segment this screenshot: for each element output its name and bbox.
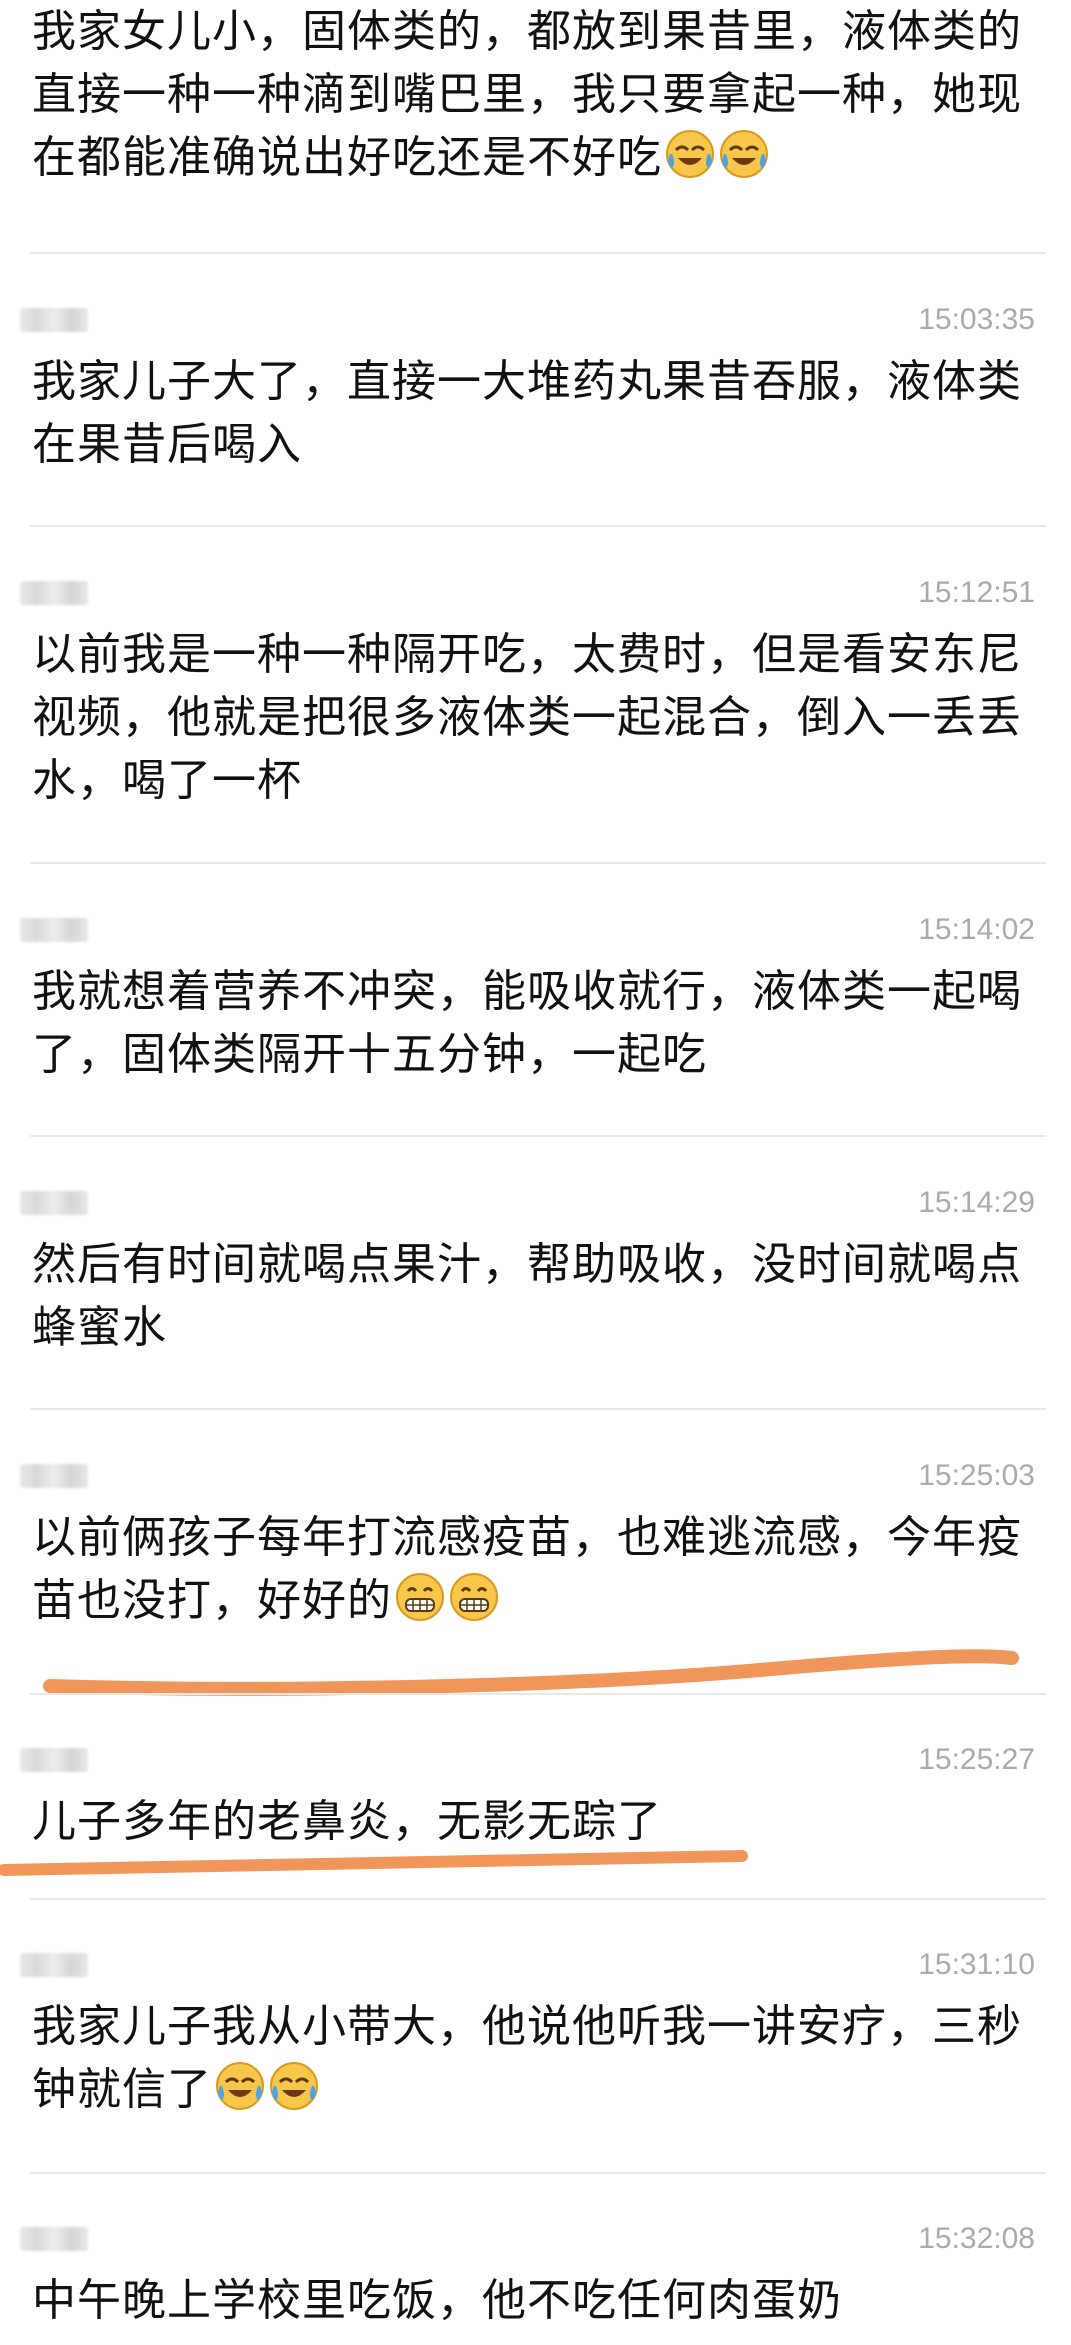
chat-message: 15:14:29 然后有时间就喝点果汁，帮助吸收，没时间就喝点蜂蜜水 [0, 1183, 1071, 1359]
chat-message: 15:25:27 儿子多年的老鼻炎，无影无踪了 [0, 1740, 1071, 1853]
crying-laugh-emoji [666, 130, 714, 178]
chat-message: 15:32:08 中午晚上学校里吃饭，他不吃任何肉蛋奶 [0, 2219, 1071, 2332]
crying-laugh-emoji [216, 2062, 264, 2110]
grinning-emoji [396, 1573, 444, 1621]
message-timestamp: 15:14:29 [918, 1186, 1035, 1219]
avatar[interactable] [20, 1191, 88, 1215]
message-divider [30, 1693, 1046, 1695]
message-divider [30, 1898, 1046, 1900]
chat-message: 15:25:03 以前俩孩子每年打流感疫苗，也难逃流感，今年疫苗也没打，好好的 [0, 1456, 1071, 1632]
message-text: 我家儿子大了，直接一大堆药丸果昔吞服，液体类在果昔后喝入 [32, 356, 1022, 470]
message-timestamp: 15:32:08 [918, 2222, 1035, 2255]
chat-log: 我家女儿小，固体类的，都放到果昔里，液体类的直接一种一种滴到嘴巴里，我只要拿起一… [0, 0, 1071, 2345]
message-text: 以前我是一种一种隔开吃，太费时，但是看安东尼视频，他就是把很多液体类一起混合，倒… [32, 629, 1022, 806]
chat-message: 15:12:51 以前我是一种一种隔开吃，太费时，但是看安东尼视频，他就是把很多… [0, 573, 1071, 812]
avatar[interactable] [20, 918, 88, 942]
message-divider [30, 1135, 1046, 1137]
chat-message: 15:14:02 我就想着营养不冲突，能吸收就行，液体类一起喝了，固体类隔开十五… [0, 910, 1071, 1086]
message-text: 我家儿子我从小带大，他说他听我一讲安疗，三秒钟就信了 [32, 2001, 1022, 2115]
avatar[interactable] [20, 1748, 88, 1772]
chat-message: 我家女儿小，固体类的，都放到果昔里，液体类的直接一种一种滴到嘴巴里，我只要拿起一… [0, 0, 1071, 189]
message-divider [30, 2172, 1046, 2174]
message-text: 中午晚上学校里吃饭，他不吃任何肉蛋奶 [32, 2275, 842, 2326]
message-timestamp: 15:31:10 [918, 1948, 1035, 1981]
avatar[interactable] [20, 1464, 88, 1488]
message-timestamp: 15:03:35 [918, 303, 1035, 336]
message-text: 儿子多年的老鼻炎，无影无踪了 [32, 1796, 662, 1847]
message-text: 以前俩孩子每年打流感疫苗，也难逃流感，今年疫苗也没打，好好的 [32, 1512, 1022, 1626]
message-timestamp: 15:25:03 [918, 1459, 1035, 1492]
message-text: 然后有时间就喝点果汁，帮助吸收，没时间就喝点蜂蜜水 [32, 1239, 1022, 1353]
message-divider [30, 525, 1046, 527]
message-divider [30, 1408, 1046, 1410]
crying-laugh-emoji [720, 130, 768, 178]
message-divider [30, 862, 1046, 864]
chat-message: 15:31:10 我家儿子我从小带大，他说他听我一讲安疗，三秒钟就信了 [0, 1945, 1071, 2121]
message-divider [30, 252, 1046, 254]
message-timestamp: 15:25:27 [918, 1743, 1035, 1776]
message-text: 我就想着营养不冲突，能吸收就行，液体类一起喝了，固体类隔开十五分钟，一起吃 [32, 966, 1022, 1080]
message-timestamp: 15:12:51 [918, 576, 1035, 609]
message-text: 我家女儿小，固体类的，都放到果昔里，液体类的直接一种一种滴到嘴巴里，我只要拿起一… [32, 6, 1022, 183]
avatar[interactable] [20, 308, 88, 332]
crying-laugh-emoji [270, 2062, 318, 2110]
avatar[interactable] [20, 1953, 88, 1977]
avatar[interactable] [20, 2227, 88, 2251]
grinning-emoji [450, 1573, 498, 1621]
avatar[interactable] [20, 581, 88, 605]
message-timestamp: 15:14:02 [918, 913, 1035, 946]
highlight-underline [43, 1649, 1019, 1696]
chat-message: 15:03:35 我家儿子大了，直接一大堆药丸果昔吞服，液体类在果昔后喝入 [0, 300, 1071, 476]
